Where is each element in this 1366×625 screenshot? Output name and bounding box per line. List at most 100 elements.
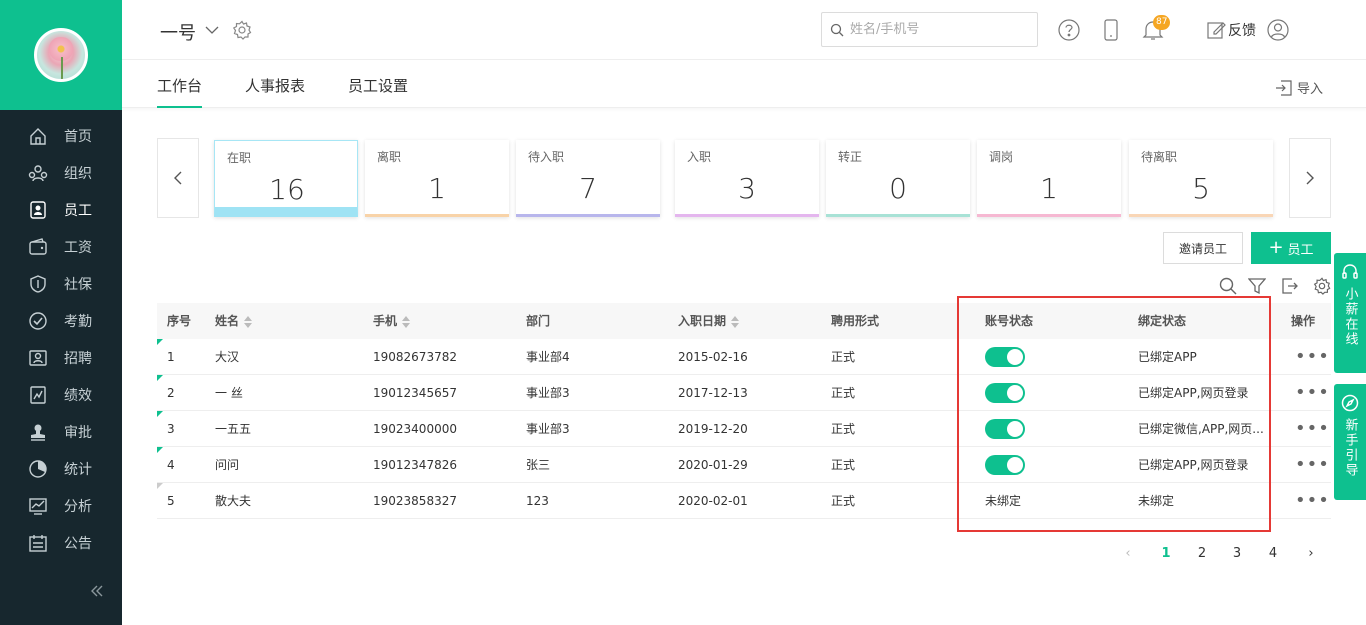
- home-icon: [28, 126, 48, 146]
- gear-icon[interactable]: [232, 20, 252, 40]
- company-name[interactable]: 一号: [160, 19, 196, 45]
- col-header-dept: 部门: [526, 314, 551, 328]
- search-icon[interactable]: [1219, 277, 1237, 295]
- stat-card[interactable]: 转正 0: [826, 140, 970, 217]
- sidebar-item-label: 公告: [64, 535, 92, 552]
- cell-phone: 19023400000: [373, 422, 457, 436]
- import-button[interactable]: 导入: [1275, 78, 1323, 97]
- col-header-phone[interactable]: 手机: [373, 303, 411, 339]
- cell-type: 正式: [831, 422, 856, 436]
- page-button[interactable]: 4: [1263, 546, 1283, 561]
- next-arrow-button[interactable]: [1289, 138, 1331, 218]
- cell-name: 一 丝: [215, 386, 243, 400]
- sort-icon[interactable]: [730, 315, 740, 328]
- beginner-guide-label: 新手引导: [1342, 418, 1358, 478]
- more-actions-icon[interactable]: •••: [1295, 339, 1330, 375]
- beginner-guide-tab[interactable]: 新手引导: [1334, 384, 1366, 500]
- more-actions-icon[interactable]: •••: [1295, 411, 1330, 447]
- search-box[interactable]: [821, 12, 1038, 47]
- sidebar-item-7[interactable]: 绩效: [0, 376, 122, 413]
- sidebar-item-11[interactable]: 公告: [0, 524, 122, 561]
- prev-arrow-button[interactable]: [157, 138, 199, 218]
- next-page-button[interactable]: ›: [1301, 546, 1321, 561]
- help-icon[interactable]: [1058, 19, 1080, 41]
- stat-card[interactable]: 调岗 1: [977, 140, 1121, 217]
- export-icon[interactable]: [1280, 277, 1298, 295]
- col-header-actions: 操作: [1291, 314, 1316, 328]
- sidebar-item-2[interactable]: 员工: [0, 191, 122, 228]
- stat-label: 待入职: [528, 150, 565, 164]
- col-header-name[interactable]: 姓名: [215, 303, 253, 339]
- stat-card[interactable]: 在职 16: [214, 140, 358, 217]
- sidebar-nav: 首页组织员工工资社保 考勤 招聘绩效审批 统计 分析公告: [0, 117, 122, 561]
- cell-no: 2: [167, 386, 175, 400]
- filter-icon[interactable]: [1248, 277, 1266, 295]
- sidebar-item-6[interactable]: 招聘: [0, 339, 122, 376]
- sidebar-item-0[interactable]: 首页: [0, 117, 122, 154]
- sidebar-item-10[interactable]: 分析: [0, 487, 122, 524]
- more-actions-icon[interactable]: •••: [1295, 483, 1330, 519]
- headset-icon: [1342, 264, 1358, 279]
- tab-hr-report[interactable]: 人事报表: [245, 75, 305, 108]
- prev-page-button[interactable]: ‹: [1118, 546, 1138, 561]
- row-marker: [157, 411, 163, 417]
- stat-value: 7: [579, 172, 597, 205]
- cell-name: 散大夫: [215, 494, 252, 508]
- sidebar-item-3[interactable]: 工资: [0, 228, 122, 265]
- cell-no: 4: [167, 458, 175, 472]
- sidebar-item-5[interactable]: 考勤: [0, 302, 122, 339]
- avatar[interactable]: [34, 28, 88, 82]
- chevron-down-icon[interactable]: [204, 22, 220, 38]
- col-header-date[interactable]: 入职日期: [678, 303, 740, 339]
- sidebar-item-label: 工资: [64, 239, 92, 256]
- row-marker: [157, 339, 163, 345]
- sidebar: 首页组织员工工资社保 考勤 招聘绩效审批 统计 分析公告: [0, 0, 122, 625]
- cell-dept: 事业部4: [526, 350, 570, 364]
- row-marker: [157, 483, 163, 489]
- tab-workbench[interactable]: 工作台: [157, 75, 203, 108]
- sidebar-item-label: 绩效: [64, 387, 92, 404]
- cell-date: 2015-02-16: [678, 350, 748, 364]
- sidebar-item-label: 组织: [64, 165, 92, 182]
- add-employee-button[interactable]: + 员工: [1251, 232, 1331, 264]
- mobile-icon[interactable]: [1100, 19, 1122, 41]
- page-button[interactable]: 2: [1192, 546, 1212, 561]
- notification-badge: 87: [1153, 15, 1171, 30]
- stat-label: 离职: [377, 150, 402, 164]
- sidebar-item-9[interactable]: 统计: [0, 450, 122, 487]
- user-avatar-icon[interactable]: [1267, 19, 1289, 41]
- sidebar-item-1[interactable]: 组织: [0, 154, 122, 191]
- cell-dept: 123: [526, 494, 549, 508]
- more-actions-icon[interactable]: •••: [1295, 375, 1330, 411]
- sidebar-item-4[interactable]: 社保: [0, 265, 122, 302]
- gear-icon[interactable]: [1313, 277, 1331, 295]
- search-input[interactable]: [850, 22, 1030, 37]
- cell-phone: 19012347826: [373, 458, 457, 472]
- feedback-button[interactable]: 反馈: [1206, 20, 1256, 40]
- stat-value: 5: [1192, 172, 1210, 205]
- sort-icon[interactable]: [243, 315, 253, 328]
- stat-card[interactable]: 离职 1: [365, 140, 509, 217]
- online-support-tab[interactable]: 小薪在线: [1334, 253, 1366, 373]
- employee-icon: [28, 200, 48, 220]
- compass-icon: [1341, 394, 1359, 412]
- stat-card[interactable]: 入职 3: [675, 140, 819, 217]
- cell-date: 2020-02-01: [678, 494, 748, 508]
- col-header-type: 聘用形式: [831, 314, 880, 328]
- tab-employee-settings[interactable]: 员工设置: [348, 75, 408, 108]
- cell-type: 正式: [831, 386, 856, 400]
- cell-type: 正式: [831, 350, 856, 364]
- stat-card[interactable]: 待离职 5: [1129, 140, 1273, 217]
- cell-name: 问问: [215, 458, 240, 472]
- cell-type: 正式: [831, 458, 856, 472]
- collapse-icon[interactable]: [88, 582, 106, 600]
- stat-card[interactable]: 待入职 7: [516, 140, 660, 217]
- sidebar-item-8[interactable]: 审批: [0, 413, 122, 450]
- invite-employee-button[interactable]: 邀请员工: [1163, 232, 1243, 264]
- page-button[interactable]: 3: [1227, 546, 1247, 561]
- page-button[interactable]: 1: [1156, 546, 1176, 561]
- sidebar-item-label: 首页: [64, 128, 92, 145]
- sort-icon[interactable]: [401, 315, 411, 328]
- more-actions-icon[interactable]: •••: [1295, 447, 1330, 483]
- stamp-icon: [28, 422, 48, 442]
